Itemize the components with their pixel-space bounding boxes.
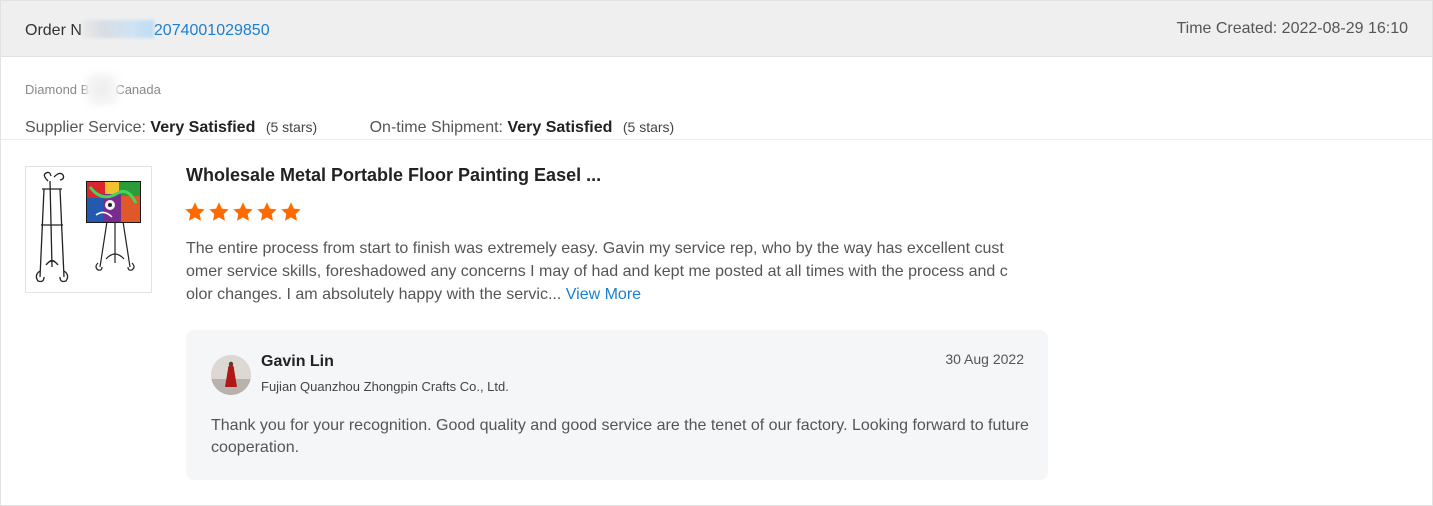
order-number: Order N 2074001029850 <box>25 20 270 40</box>
buyer-block: Diamond B Canada Supplier Service: Very S… <box>25 72 1405 137</box>
star-icon <box>281 202 301 221</box>
ratings-row: Supplier Service: Very Satisfied (5 star… <box>25 119 1405 137</box>
view-more-link[interactable]: View More <box>566 286 641 303</box>
buyer-country: Canada <box>115 82 161 97</box>
reply-date: 30 Aug 2022 <box>945 351 1024 367</box>
time-created: Time Created: 2022-08-29 16:10 <box>1176 20 1408 37</box>
redacted-blur <box>85 72 120 106</box>
review-text: The entire process from start to finish … <box>186 237 1008 306</box>
reply-text: Thank you for your recognition. Good qua… <box>211 417 1029 456</box>
redacted-blur <box>81 20 154 38</box>
rating-stars: (5 stars) <box>622 119 675 135</box>
rating-label: Supplier Service: <box>25 119 146 136</box>
buyer-info: Diamond B Canada <box>25 72 1405 106</box>
order-header: Order N 2074001029850 Time Created: 2022-… <box>1 1 1432 57</box>
replier-name: Gavin Lin <box>261 353 334 370</box>
product-star-rating <box>184 201 302 223</box>
product-thumbnail[interactable] <box>25 166 152 293</box>
review-card: Order N 2074001029850 Time Created: 2022-… <box>0 0 1433 506</box>
supplier-reply: Gavin Lin Fujian Quanzhou Zhongpin Craft… <box>186 330 1048 480</box>
avatar <box>211 355 251 395</box>
supplier-service-rating: Supplier Service: Very Satisfied (5 star… <box>25 119 317 137</box>
product-title[interactable]: Wholesale Metal Portable Floor Painting … <box>186 165 601 186</box>
divider <box>1 139 1432 140</box>
star-icon <box>233 202 253 221</box>
star-icon <box>209 202 229 221</box>
buyer-name: Diamond B <box>25 82 90 97</box>
avatar-image <box>211 355 251 395</box>
star-icon <box>185 202 205 221</box>
order-label: Order N <box>25 22 82 39</box>
rating-value: Very Satisfied <box>507 119 613 136</box>
star-icon <box>257 202 277 221</box>
shipment-rating: On-time Shipment: Very Satisfied (5 star… <box>370 119 675 137</box>
order-number-link[interactable]: 2074001029850 <box>154 22 270 39</box>
replier-company: Fujian Quanzhou Zhongpin Crafts Co., Ltd… <box>261 379 509 394</box>
rating-stars: (5 stars) <box>265 119 318 135</box>
easel-image <box>35 171 141 283</box>
rating-label: On-time Shipment: <box>369 119 503 136</box>
rating-value: Very Satisfied <box>150 119 256 136</box>
